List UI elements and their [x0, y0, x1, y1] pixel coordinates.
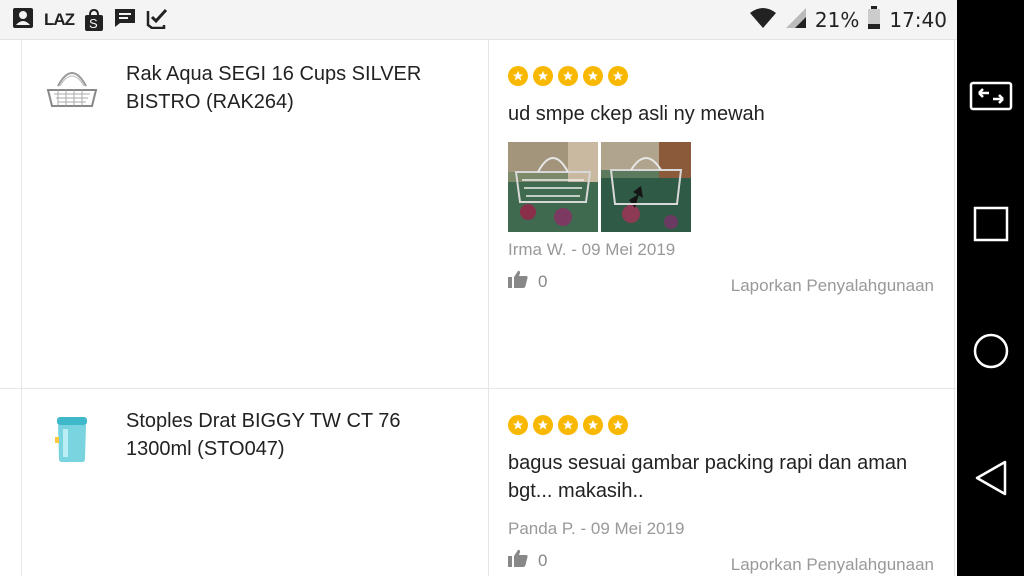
review-photos: [508, 142, 938, 232]
star-icon: [533, 66, 553, 86]
battery-percent: 21%: [814, 8, 860, 32]
signal-icon: [785, 7, 807, 33]
rating-stars: [508, 415, 938, 435]
home-icon[interactable]: [957, 321, 1024, 381]
star-icon: [533, 415, 553, 435]
review-row: Stoples Drat BIGGY TW CT 76 1300ml (STO0…: [0, 389, 957, 576]
like-button[interactable]: 0: [508, 549, 547, 572]
shopee-letter: S: [89, 16, 98, 31]
clock: 17:40: [889, 8, 947, 32]
message-icon: [114, 8, 136, 32]
recents-icon[interactable]: [957, 194, 1024, 254]
report-abuse-link[interactable]: Laporkan Penyalahgunaan: [731, 276, 934, 296]
star-icon: [608, 415, 628, 435]
star-icon: [583, 415, 603, 435]
notification-icons: LAZ S: [12, 6, 168, 34]
screen-switch-icon[interactable]: [957, 67, 1024, 127]
like-button[interactable]: 0: [508, 270, 547, 293]
lazada-icon: LAZ: [44, 10, 75, 29]
navigation-bar: [957, 0, 1024, 576]
back-icon[interactable]: [957, 448, 1024, 508]
star-icon: [608, 66, 628, 86]
star-icon: [558, 66, 578, 86]
wifi-icon: [749, 7, 777, 33]
wire-rack-icon[interactable]: [44, 62, 100, 118]
star-icon: [558, 415, 578, 435]
review-photo[interactable]: [601, 142, 691, 232]
review-content: ud smpe ckep asli ny mewah Irma W. - 09 …: [508, 66, 938, 298]
like-count: 0: [538, 550, 548, 570]
review-content: bagus sesuai gambar packing rapi dan ama…: [508, 415, 938, 576]
thumbs-up-icon: [508, 270, 528, 293]
like-count: 0: [538, 271, 548, 291]
status-bar: LAZ S 21% 17:40: [0, 0, 957, 40]
shopee-bag-icon: S: [84, 8, 104, 32]
review-meta: Panda P. - 09 Mei 2019: [508, 519, 685, 538]
thumbs-up-icon: [508, 549, 528, 572]
report-abuse-link[interactable]: Laporkan Penyalahgunaan: [731, 555, 934, 575]
review-text: bagus sesuai gambar packing rapi dan ama…: [508, 452, 908, 502]
review-text: ud smpe ckep asli ny mewah: [508, 103, 765, 125]
rating-stars: [508, 66, 938, 86]
product-name[interactable]: Rak Aqua SEGI 16 Cups SILVER BISTRO (RAK…: [126, 60, 466, 116]
review-meta: Irma W. - 09 Mei 2019: [508, 240, 676, 259]
star-icon: [508, 66, 528, 86]
review-actions: 0 Laporkan Penyalahgunaan: [508, 270, 938, 298]
review-actions: 0 Laporkan Penyalahgunaan: [508, 549, 938, 576]
jar-icon[interactable]: [44, 411, 100, 467]
star-icon: [583, 66, 603, 86]
review-row: Rak Aqua SEGI 16 Cups SILVER BISTRO (RAK…: [0, 40, 957, 388]
star-icon: [508, 415, 528, 435]
system-indicators: 21% 17:40: [749, 6, 947, 34]
task-check-icon: [146, 7, 168, 33]
review-list[interactable]: Rak Aqua SEGI 16 Cups SILVER BISTRO (RAK…: [0, 40, 957, 576]
battery-icon: [867, 6, 881, 34]
product-name[interactable]: Stoples Drat BIGGY TW CT 76 1300ml (STO0…: [126, 407, 466, 463]
contact-card-icon: [12, 7, 34, 33]
review-photo[interactable]: [508, 142, 598, 232]
